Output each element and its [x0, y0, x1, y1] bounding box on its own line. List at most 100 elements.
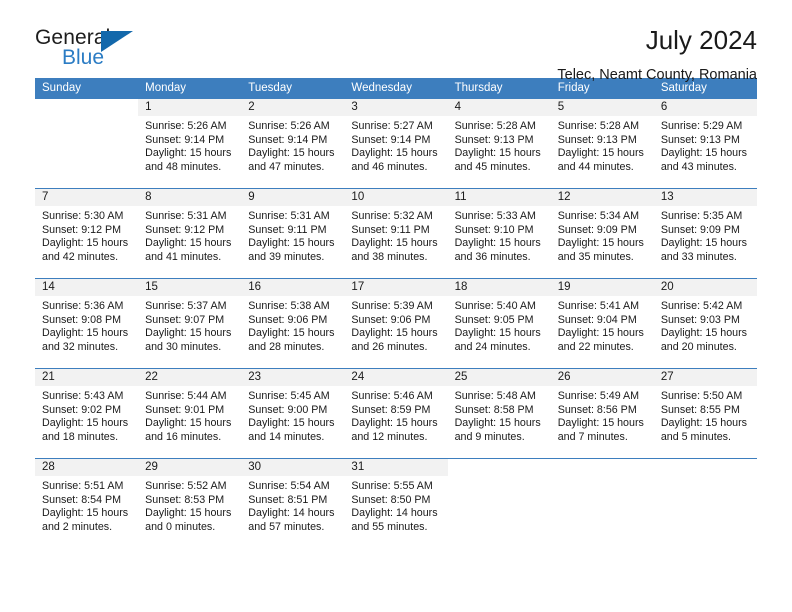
- day-cell-23[interactable]: 23 Sunrise: 5:45 AM Sunset: 9:00 PM Dayligh…: [241, 369, 345, 458]
- day-cell-25[interactable]: 25 Sunrise: 5:48 AM Sunset: 8:58 PM Dayligh…: [447, 369, 551, 458]
- day-cell-21[interactable]: 21 Sunrise: 5:43 AM Sunset: 9:02 PM Dayligh…: [35, 369, 139, 458]
- day-cell-12[interactable]: 12 Sunrise: 5:34 AM Sunset: 9:09 PM Dayligh…: [550, 189, 654, 278]
- day-cell-3[interactable]: 3 Sunrise: 5:27 AM Sunset: 9:14 PM Daylight…: [344, 99, 448, 188]
- sun-info-line: Sunset: 9:14 PM: [351, 133, 431, 146]
- day-cell-28[interactable]: 28 Sunrise: 5:51 AM Sunset: 8:54 PM Dayligh…: [35, 459, 139, 548]
- day-cell-13[interactable]: 13 Sunrise: 5:35 AM Sunset: 9:09 PM Dayligh…: [653, 189, 757, 278]
- day-sun-info: Sunrise: 5:26 AM Sunset: 9:14 PM Daylight:…: [241, 116, 344, 174]
- day-number: 6: [653, 99, 757, 116]
- sun-info-line: and 45 minutes.: [454, 160, 531, 173]
- day-number: 4: [447, 99, 551, 116]
- day-cell-29[interactable]: 29 Sunrise: 5:52 AM Sunset: 8:53 PM Dayligh…: [138, 459, 242, 548]
- day-cell-18[interactable]: 18 Sunrise: 5:40 AM Sunset: 9:05 PM Dayligh…: [447, 279, 551, 368]
- day-cell-1[interactable]: 1 Sunrise: 5:26 AM Sunset: 9:14 PM Daylight…: [138, 99, 242, 188]
- sun-info-line: Sunrise: 5:50 AM: [660, 390, 743, 402]
- day-number: 16: [241, 279, 345, 296]
- sun-info-line: Daylight: 15 hours: [351, 327, 438, 340]
- sun-info-line: and 42 minutes.: [42, 250, 119, 263]
- day-cell-5[interactable]: 5 Sunrise: 5:28 AM Sunset: 9:13 PM Daylight…: [550, 99, 654, 188]
- day-sun-info: Sunrise: 5:39 AM Sunset: 9:06 PM Daylight:…: [344, 296, 447, 354]
- day-number: 27: [653, 369, 757, 386]
- day-cell-22[interactable]: 22 Sunrise: 5:44 AM Sunset: 9:01 PM Dayligh…: [138, 369, 242, 458]
- day-cell-4[interactable]: 4 Sunrise: 5:28 AM Sunset: 9:13 PM Daylight…: [447, 99, 551, 188]
- sun-info-line: Sunrise: 5:41 AM: [557, 300, 640, 312]
- sun-info-line: Sunrise: 5:43 AM: [42, 390, 124, 402]
- day-cell-7[interactable]: 7 Sunrise: 5:30 AM Sunset: 9:12 PM Daylight…: [35, 189, 139, 278]
- sun-info-line: Daylight: 15 hours: [454, 147, 541, 160]
- sun-info-line: Daylight: 15 hours: [351, 417, 438, 430]
- sun-info-line: Daylight: 15 hours: [660, 327, 747, 340]
- day-sun-info: Sunrise: 5:43 AM Sunset: 9:02 PM Daylight:…: [35, 386, 138, 444]
- weekday-header-sunday: Sunday: [42, 82, 82, 94]
- sun-info-line: Sunrise: 5:34 AM: [557, 210, 640, 222]
- day-number: 23: [241, 369, 345, 386]
- sun-info-line: Sunset: 9:12 PM: [42, 223, 122, 236]
- day-cell-9[interactable]: 9 Sunrise: 5:31 AM Sunset: 9:11 PM Daylight…: [241, 189, 345, 278]
- day-sun-info: Sunrise: 5:49 AM Sunset: 8:56 PM Daylight:…: [551, 386, 654, 444]
- sun-info-line: and 0 minutes.: [145, 520, 216, 533]
- day-cell-20[interactable]: 20 Sunrise: 5:42 AM Sunset: 9:03 PM Dayligh…: [653, 279, 757, 368]
- sun-info-line: and 7 minutes.: [557, 430, 628, 443]
- sun-info-line: Sunrise: 5:48 AM: [454, 390, 536, 402]
- sun-info-line: Daylight: 14 hours: [351, 507, 438, 520]
- day-number: 17: [344, 279, 448, 296]
- sun-info-line: Daylight: 15 hours: [145, 417, 232, 430]
- sun-info-line: Sunrise: 5:30 AM: [42, 210, 124, 222]
- sun-info-line: and 44 minutes.: [557, 160, 634, 173]
- sun-info-line: Sunset: 9:00 PM: [248, 403, 328, 416]
- sun-info-line: Sunset: 8:51 PM: [248, 493, 328, 506]
- sun-info-line: Daylight: 15 hours: [557, 237, 644, 250]
- day-number: 25: [447, 369, 551, 386]
- day-cell-24[interactable]: 24 Sunrise: 5:46 AM Sunset: 8:59 PM Dayligh…: [344, 369, 448, 458]
- sun-info-line: Daylight: 15 hours: [42, 237, 129, 250]
- sun-info-line: Sunrise: 5:49 AM: [557, 390, 640, 402]
- sun-info-line: and 39 minutes.: [248, 250, 325, 263]
- weekday-header-wednesday: Wednesday: [351, 82, 412, 94]
- sun-info-line: Sunrise: 5:29 AM: [660, 120, 743, 132]
- day-number: 20: [653, 279, 757, 296]
- day-cell-2[interactable]: 2 Sunrise: 5:26 AM Sunset: 9:14 PM Daylight…: [241, 99, 345, 188]
- sun-info-line: Daylight: 15 hours: [660, 417, 747, 430]
- sun-info-line: Daylight: 15 hours: [557, 147, 644, 160]
- sun-info-line: Sunrise: 5:52 AM: [145, 480, 227, 492]
- triangle-icon: [101, 31, 133, 52]
- weekday-header-tuesday: Tuesday: [248, 82, 292, 94]
- weekday-header-monday: Monday: [145, 82, 187, 94]
- weekday-header-saturday: Saturday: [660, 82, 707, 94]
- logo-text-general: General: [35, 26, 111, 49]
- day-sun-info: Sunrise: 5:34 AM Sunset: 9:09 PM Daylight:…: [551, 206, 654, 264]
- day-cell-8[interactable]: 8 Sunrise: 5:31 AM Sunset: 9:12 PM Daylight…: [138, 189, 242, 278]
- sun-info-line: Sunrise: 5:31 AM: [145, 210, 227, 222]
- day-cell-14[interactable]: 14 Sunrise: 5:36 AM Sunset: 9:08 PM Dayligh…: [35, 279, 139, 368]
- sun-info-line: Sunrise: 5:40 AM: [454, 300, 536, 312]
- day-cell-27[interactable]: 27 Sunrise: 5:50 AM Sunset: 8:55 PM Dayligh…: [653, 369, 757, 458]
- day-sun-info: Sunrise: 5:42 AM Sunset: 9:03 PM Daylight:…: [654, 296, 757, 354]
- sun-info-line: and 30 minutes.: [145, 340, 222, 353]
- day-cell-10[interactable]: 10 Sunrise: 5:32 AM Sunset: 9:11 PM Dayligh…: [344, 189, 448, 278]
- day-sun-info: Sunrise: 5:33 AM Sunset: 9:10 PM Daylight:…: [448, 206, 551, 264]
- sun-info-line: Sunset: 9:04 PM: [557, 313, 637, 326]
- day-cell-30[interactable]: 30 Sunrise: 5:54 AM Sunset: 8:51 PM Dayligh…: [241, 459, 345, 548]
- day-cell-26[interactable]: 26 Sunrise: 5:49 AM Sunset: 8:56 PM Dayligh…: [550, 369, 654, 458]
- day-sun-info: Sunrise: 5:36 AM Sunset: 9:08 PM Daylight:…: [35, 296, 138, 354]
- day-cell-6[interactable]: 6 Sunrise: 5:29 AM Sunset: 9:13 PM Daylight…: [653, 99, 757, 188]
- sun-info-line: and 46 minutes.: [351, 160, 428, 173]
- day-number: 18: [447, 279, 551, 296]
- sun-info-line: Sunrise: 5:27 AM: [351, 120, 433, 132]
- sun-info-line: Daylight: 15 hours: [248, 237, 335, 250]
- sun-info-line: Sunrise: 5:38 AM: [248, 300, 330, 312]
- page-title: July 2024: [645, 25, 757, 55]
- day-number: 13: [653, 189, 757, 206]
- day-cell-11[interactable]: 11 Sunrise: 5:33 AM Sunset: 9:10 PM Dayligh…: [447, 189, 551, 278]
- day-sun-info: Sunrise: 5:50 AM Sunset: 8:55 PM Daylight:…: [654, 386, 757, 444]
- day-cell-19[interactable]: 19 Sunrise: 5:41 AM Sunset: 9:04 PM Dayligh…: [550, 279, 654, 368]
- day-cell-16[interactable]: 16 Sunrise: 5:38 AM Sunset: 9:06 PM Dayligh…: [241, 279, 345, 368]
- calendar-grid: Sunday Monday Tuesday Wednesday Thursday Frid…: [35, 78, 757, 548]
- sun-info-line: Sunrise: 5:51 AM: [42, 480, 124, 492]
- sun-info-line: Daylight: 15 hours: [145, 507, 232, 520]
- day-cell-17[interactable]: 17 Sunrise: 5:39 AM Sunset: 9:06 PM Dayligh…: [344, 279, 448, 368]
- day-number: 22: [138, 369, 242, 386]
- day-cell-31[interactable]: 31 Sunrise: 5:55 AM Sunset: 8:50 PM Dayligh…: [344, 459, 448, 548]
- day-cell-15[interactable]: 15 Sunrise: 5:37 AM Sunset: 9:07 PM Dayligh…: [138, 279, 242, 368]
- sun-info-line: and 16 minutes.: [145, 430, 222, 443]
